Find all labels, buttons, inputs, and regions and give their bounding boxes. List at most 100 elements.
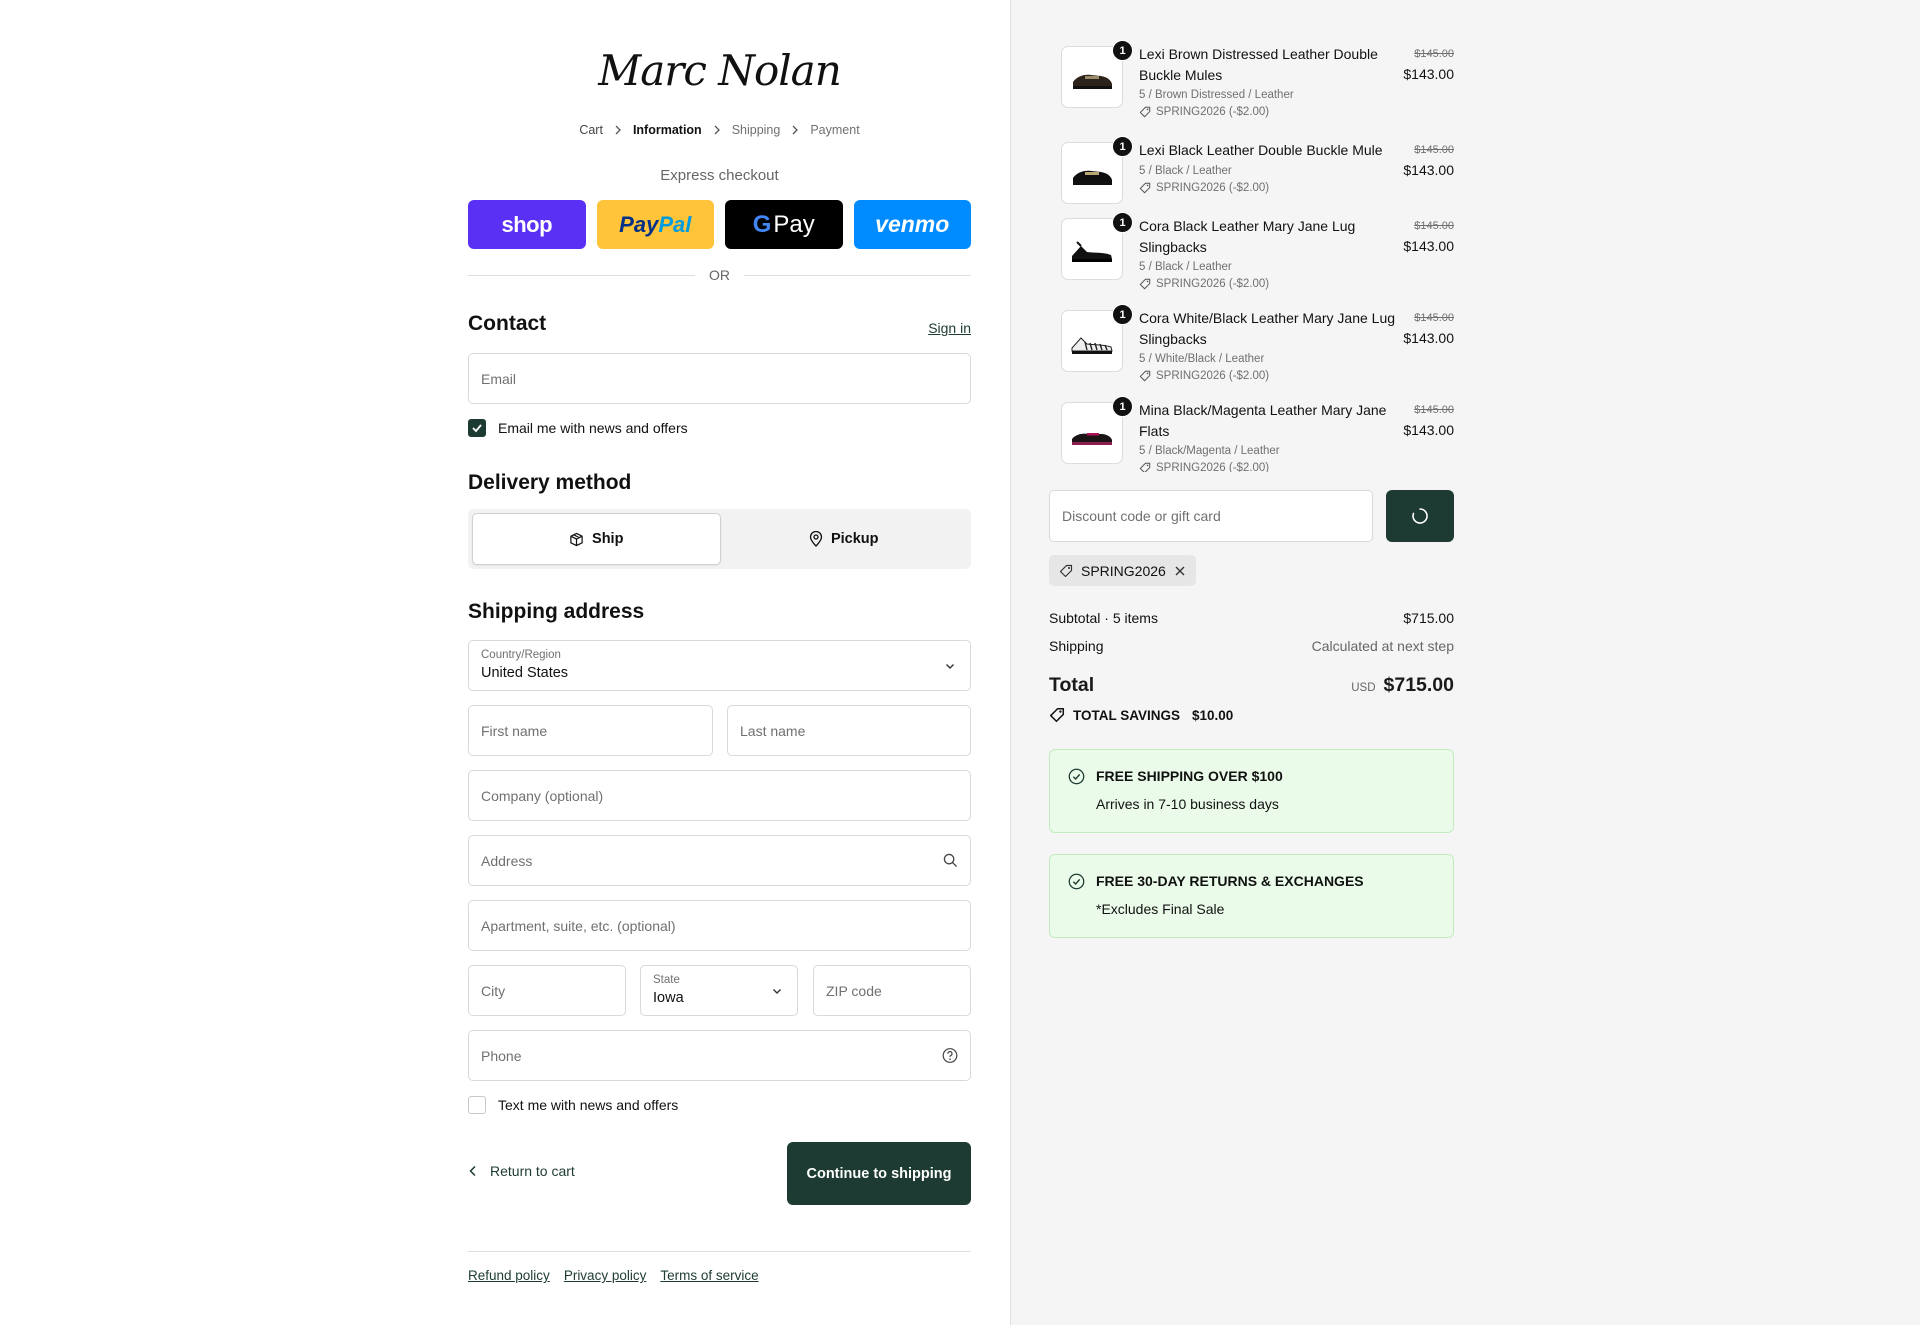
applied-discount-code: SPRING2026 bbox=[1081, 562, 1166, 579]
item-original-price: $145.00 bbox=[1414, 220, 1454, 232]
quantity-badge: 1 bbox=[1112, 304, 1133, 325]
item-discount: SPRING2026 (-$2.00) bbox=[1139, 275, 1401, 293]
paypal-button[interactable]: PayPal bbox=[596, 200, 714, 249]
item-price: $143.00 bbox=[1403, 162, 1454, 178]
express-checkout-buttons: shop PayPal G Pay venmo bbox=[468, 200, 971, 249]
google-pay-button[interactable]: G Pay bbox=[725, 200, 843, 249]
country-select[interactable]: Country/Region United States bbox=[468, 640, 971, 691]
item-name: Mina Black/Magenta Leather Mary Jane Fla… bbox=[1139, 402, 1387, 439]
ship-option[interactable]: Ship bbox=[472, 513, 721, 565]
state-label: State bbox=[653, 974, 680, 986]
tag-icon bbox=[1139, 278, 1151, 290]
total-savings: TOTAL SAVINGS $10.00 bbox=[1049, 707, 1233, 723]
total-savings-label: TOTAL SAVINGS bbox=[1073, 707, 1181, 723]
email-news-checkbox-row[interactable]: Email me with news and offers bbox=[468, 419, 688, 437]
contact-heading: Contact bbox=[468, 312, 547, 335]
paypal-logo: PayPal bbox=[619, 211, 692, 237]
google-pay-label: Pay bbox=[773, 210, 815, 238]
item-details: Mina Black/Magenta Leather Mary Jane Fla… bbox=[1139, 400, 1401, 472]
express-checkout-label: Express checkout bbox=[660, 167, 779, 184]
item-original-price: $145.00 bbox=[1414, 144, 1454, 156]
location-pin-icon bbox=[809, 531, 823, 547]
tag-icon bbox=[1139, 462, 1151, 472]
shop-pay-logo: shop bbox=[501, 211, 553, 237]
shop-pay-button[interactable]: shop bbox=[468, 200, 586, 249]
quantity-badge: 1 bbox=[1112, 212, 1133, 233]
item-name: Lexi Black Leather Double Buckle Mule bbox=[1139, 142, 1383, 158]
shoe-icon bbox=[1072, 433, 1112, 445]
privacy-policy-link[interactable]: Privacy policy bbox=[564, 1268, 647, 1283]
close-icon[interactable] bbox=[1174, 565, 1186, 577]
venmo-button[interactable]: venmo bbox=[853, 200, 971, 249]
item-discount: SPRING2026 (-$2.00) bbox=[1139, 179, 1401, 197]
apartment-field[interactable]: Apartment, suite, etc. (optional) bbox=[468, 900, 971, 951]
refund-policy-link[interactable]: Refund policy bbox=[468, 1268, 550, 1283]
item-details: Lexi Brown Distressed Leather Double Buc… bbox=[1139, 44, 1401, 121]
apply-discount-button[interactable] bbox=[1386, 490, 1454, 542]
tag-icon bbox=[1059, 564, 1073, 577]
shipping-label: Shipping bbox=[1049, 638, 1104, 654]
footer-divider bbox=[468, 1251, 971, 1252]
sign-in-link[interactable]: Sign in bbox=[928, 320, 971, 336]
breadcrumb-cart[interactable]: Cart bbox=[579, 123, 603, 137]
total-amount: USD $715.00 bbox=[1351, 674, 1454, 697]
quantity-badge: 1 bbox=[1112, 40, 1133, 61]
brand-logo[interactable]: Marc Nolan bbox=[468, 46, 971, 95]
breadcrumb: Cart Information Shipping Payment bbox=[468, 123, 971, 137]
city-field[interactable]: City bbox=[468, 965, 626, 1016]
item-discount: SPRING2026 (-$2.00) bbox=[1139, 103, 1401, 121]
item-original-price: $145.00 bbox=[1414, 404, 1454, 416]
applied-discount-tag: SPRING2026 bbox=[1049, 555, 1196, 586]
search-icon bbox=[942, 853, 958, 869]
state-select[interactable]: State Iowa bbox=[640, 965, 798, 1016]
chevron-down-icon bbox=[942, 658, 958, 674]
address-field[interactable]: Address bbox=[468, 835, 971, 886]
chevron-right-icon bbox=[792, 125, 799, 135]
ship-label: Ship bbox=[592, 531, 624, 547]
first-name-field[interactable]: First name bbox=[468, 705, 713, 756]
item-name: Cora White/Black Leather Mary Jane Lug S… bbox=[1139, 310, 1396, 347]
item-variant: 5 / Black/Magenta / Leather bbox=[1139, 445, 1280, 457]
item-discount-label: SPRING2026 (-$2.00) bbox=[1156, 278, 1270, 290]
company-field[interactable]: Company (optional) bbox=[468, 770, 971, 821]
chevron-left-icon bbox=[469, 1165, 476, 1177]
item-discount-label: SPRING2026 (-$2.00) bbox=[1156, 181, 1270, 194]
zip-placeholder: ZIP code bbox=[826, 982, 882, 999]
email-field[interactable]: Email bbox=[468, 353, 971, 404]
item-price: $143.00 bbox=[1403, 66, 1454, 82]
venmo-logo: venmo bbox=[875, 211, 950, 237]
return-to-cart-link[interactable]: Return to cart bbox=[468, 1163, 575, 1179]
apartment-placeholder: Apartment, suite, etc. (optional) bbox=[481, 917, 676, 934]
free-returns-subtitle: *Excludes Final Sale bbox=[1096, 901, 1225, 917]
pickup-option[interactable]: Pickup bbox=[721, 513, 968, 565]
sms-news-checkbox-row[interactable]: Text me with news and offers bbox=[468, 1096, 678, 1114]
chevron-right-icon bbox=[615, 125, 621, 135]
country-label: Country/Region bbox=[481, 649, 561, 661]
help-circle-icon[interactable] bbox=[942, 1048, 958, 1064]
sms-news-checkbox[interactable] bbox=[468, 1096, 486, 1114]
item-price: $143.00 bbox=[1403, 238, 1454, 254]
subtotal-label: Subtotal · 5 items bbox=[1049, 610, 1158, 626]
cart-items-list[interactable]: 1 Lexi Brown Distressed Leather Double B… bbox=[1049, 36, 1454, 472]
shoe-icon bbox=[1073, 170, 1112, 185]
item-variant: 5 / White/Black / Leather bbox=[1139, 353, 1265, 365]
continue-to-shipping-button[interactable]: Continue to shipping bbox=[787, 1142, 971, 1205]
item-discount-label: SPRING2026 (-$2.00) bbox=[1156, 106, 1270, 118]
package-icon bbox=[570, 532, 583, 546]
discount-code-input[interactable]: Discount code or gift card bbox=[1049, 490, 1373, 542]
country-value: United States bbox=[481, 665, 569, 681]
item-details: Lexi Black Leather Double Buckle Mule 5 … bbox=[1139, 140, 1401, 197]
check-circle-icon bbox=[1068, 873, 1085, 890]
or-label: OR bbox=[709, 267, 730, 283]
last-name-field[interactable]: Last name bbox=[727, 705, 971, 756]
terms-of-service-link[interactable]: Terms of service bbox=[660, 1268, 758, 1283]
phone-field[interactable]: Phone bbox=[468, 1030, 971, 1081]
loading-spinner-icon bbox=[1412, 508, 1428, 524]
zip-field[interactable]: ZIP code bbox=[813, 965, 971, 1016]
item-variant: 5 / Black / Leather bbox=[1139, 261, 1232, 273]
pickup-label: Pickup bbox=[830, 531, 879, 547]
email-news-checkbox[interactable] bbox=[468, 419, 486, 437]
checkout-form-panel: Marc Nolan Cart Information Shipping Pay… bbox=[0, 0, 1010, 1325]
item-details: Cora White/Black Leather Mary Jane Lug S… bbox=[1139, 308, 1401, 385]
last-name-placeholder: Last name bbox=[740, 722, 806, 739]
